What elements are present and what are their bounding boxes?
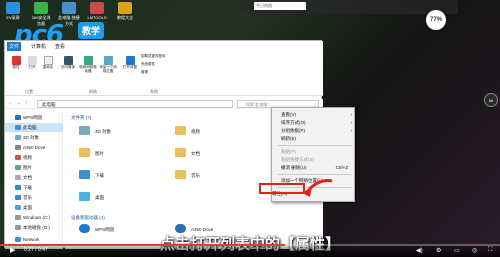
desktop-icon-lmtools[interactable]: LMTOOLS: [86, 2, 108, 20]
pointer-arrow-icon: [302, 179, 333, 197]
ctx-refresh[interactable]: 刷新(E): [272, 135, 356, 143]
back-arrow-icon[interactable]: ←: [8, 100, 13, 106]
map-drive-icon: [83, 56, 93, 65]
nav-item-3d[interactable]: 3D 对象: [5, 133, 63, 142]
ctx-view[interactable]: 查看(V) ›: [272, 111, 356, 119]
video-frame: EV录屏 360安全浏览器 此电脑-快捷方式 LMTOOLS 教程大全 今日热搜…: [0, 0, 500, 257]
overlay-gauge: 56: [484, 93, 498, 107]
ribbon-open-settings-button[interactable]: 打开设置: [121, 56, 139, 70]
cloud-drive-icon: [175, 224, 186, 233]
document-icon: [15, 175, 21, 180]
desktop-icon-ev[interactable]: EV录屏: [2, 2, 24, 21]
address-input[interactable]: 此电脑: [37, 100, 233, 108]
nav-item-desktop[interactable]: 桌面: [5, 203, 63, 212]
ribbon-map-drive-button[interactable]: 映射网络驱动器: [79, 56, 97, 74]
ribbon-group-system: 系统: [150, 89, 158, 94]
music-icon: [15, 195, 21, 200]
ctx-paste: 粘贴(P): [281, 149, 296, 154]
speed-icon[interactable]: ⚙: [436, 247, 441, 254]
section-devices-header[interactable]: 设备和驱动器 (4): [71, 215, 105, 221]
ctx-paste-shortcut: 粘贴快捷方式(S): [281, 157, 314, 162]
ribbon-access-media-button[interactable]: 访问媒体: [59, 56, 77, 70]
ribbon-system-props-button[interactable]: 系统属性: [141, 62, 189, 67]
chevron-right-icon: ›: [350, 128, 353, 133]
folder-icon: [175, 126, 186, 135]
video-controls: ▶ 0:27 / 0:47 ◀) ⚙ ▭ ◎ ⛶: [0, 243, 500, 257]
ribbon-manage-button[interactable]: 管理: [141, 70, 189, 75]
desktop-icon: [15, 205, 21, 210]
settings-icon: [125, 56, 135, 65]
ribbon-rename-button[interactable]: 重命名: [39, 56, 57, 70]
nav-item-downloads[interactable]: 下载: [5, 183, 63, 192]
disk-icon: [15, 215, 21, 220]
ribbon-group-network: 网络: [89, 89, 97, 94]
logo-tag: 教学: [78, 22, 105, 39]
cube-icon: [15, 135, 21, 140]
nav-item-documents[interactable]: 文档: [5, 173, 63, 182]
tab-file[interactable]: 文件: [7, 42, 22, 51]
properties-icon: [11, 56, 21, 65]
open-icon: [27, 56, 37, 65]
overlay-search-input[interactable]: 今日热搜: [254, 2, 306, 10]
chevron-right-icon: ›: [350, 120, 353, 125]
ctx-sort-by[interactable]: 排序方式(O) ›: [272, 119, 356, 127]
ribbon-add-network-button[interactable]: 添加一个网络位置: [99, 56, 117, 74]
download-icon: [15, 185, 21, 190]
ctx-separator: [278, 174, 352, 175]
media-icon: [63, 56, 73, 65]
nav-pane: WPS网盘 此电脑 3D 对象 A360 Drive 视频 图片 文档 下载 音…: [5, 111, 63, 249]
folder-icon: [79, 170, 90, 179]
folder-icon: [175, 170, 186, 179]
cloud-icon: [79, 224, 90, 233]
nav-item-drive-d[interactable]: 本地磁盘 (D:): [5, 223, 63, 232]
disk-icon: [15, 225, 21, 230]
video-icon: [15, 155, 21, 160]
ctx-separator: [278, 145, 352, 146]
network-location-icon: [103, 56, 113, 65]
rename-icon: [43, 56, 53, 65]
nav-item-a360[interactable]: A360 Drive: [5, 143, 63, 152]
nav-item-wps[interactable]: WPS网盘: [5, 113, 63, 122]
time-display: 0:27 / 0:47: [24, 247, 48, 253]
play-icon[interactable]: ▶: [10, 246, 15, 254]
nav-item-music[interactable]: 音乐: [5, 193, 63, 202]
network-speed-badge: 77%: [426, 10, 446, 30]
ctx-undo-delete[interactable]: 撤消 删除(U) Ctrl+Z: [272, 164, 356, 172]
nav-item-drive-c[interactable]: Windows (C:): [5, 213, 63, 222]
up-arrow-icon[interactable]: ↑: [25, 100, 28, 106]
forward-arrow-icon[interactable]: →: [16, 100, 21, 106]
drive-icon: [15, 145, 21, 150]
folder-icon: [175, 148, 186, 157]
section-folders-header[interactable]: 文件夹 (7): [71, 115, 91, 121]
tab-view[interactable]: 查看: [53, 42, 67, 51]
tab-computer[interactable]: 计算机: [29, 42, 48, 51]
volume-icon[interactable]: ◀): [416, 247, 423, 254]
pip-icon[interactable]: ▭: [454, 247, 460, 254]
desktop-icon-tutorials[interactable]: 教程大全: [114, 2, 136, 21]
chevron-right-icon: ›: [350, 112, 353, 117]
ribbon-group-location: 位置: [25, 89, 33, 94]
ribbon: 文件 计算机 查看 属性 打开 重命名 访问媒体 映射网络驱动器 添加一个网络位…: [5, 41, 323, 96]
nav-item-videos[interactable]: 视频: [5, 153, 63, 162]
fullscreen-icon[interactable]: ⛶: [488, 247, 492, 254]
folder-icon: [79, 192, 90, 201]
cloud-icon: [15, 115, 21, 120]
progress-fill: [0, 244, 285, 246]
folder-icon: [79, 126, 90, 135]
overlay-topbar: 今日热搜: [240, 0, 458, 14]
folder-icon: [79, 148, 90, 157]
computer-icon: [15, 125, 21, 130]
nav-item-this-pc[interactable]: 此电脑: [5, 123, 63, 132]
ribbon-uninstall-button[interactable]: 卸载或更改程序: [141, 54, 189, 59]
progress-bar[interactable]: [0, 244, 500, 246]
nav-item-pictures[interactable]: 图片: [5, 163, 63, 172]
screenshot-icon[interactable]: ◎: [472, 247, 477, 254]
ctx-group-by[interactable]: 分组依据(P) ›: [272, 127, 356, 135]
picture-icon: [15, 165, 21, 170]
